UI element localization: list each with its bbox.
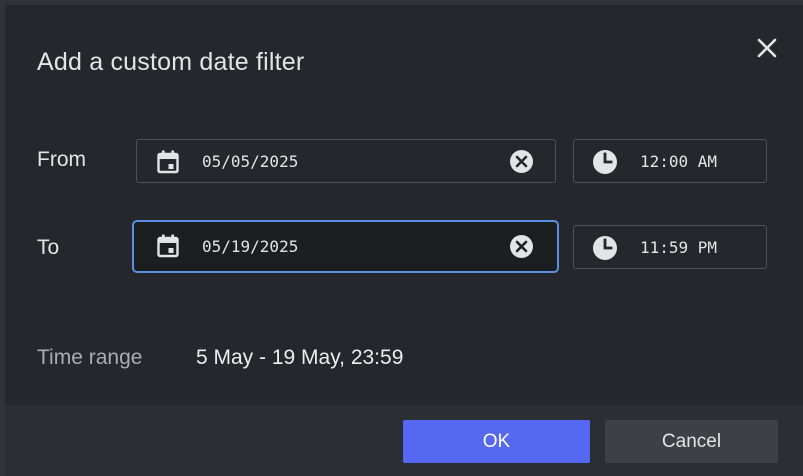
from-time-field[interactable]: 12:00 AM (573, 139, 767, 183)
to-time-field[interactable]: 11:59 PM (573, 225, 767, 269)
from-label: From (37, 148, 86, 171)
time-range-label: Time range (37, 346, 143, 369)
clock-icon (593, 236, 617, 260)
calendar-icon (157, 234, 179, 258)
custom-date-filter-dialog: Add a custom date filter From 12:00 AM (0, 0, 803, 476)
from-date-input[interactable] (202, 152, 482, 171)
from-date-field[interactable] (136, 139, 556, 183)
dialog-title: Add a custom date filter (37, 48, 305, 76)
time-range-value: 5 May - 19 May, 23:59 (196, 346, 404, 369)
cancel-button[interactable]: Cancel (605, 420, 778, 463)
to-clear-button[interactable] (509, 234, 534, 259)
clock-icon (593, 150, 617, 174)
to-date-input[interactable] (202, 237, 482, 256)
dialog-footer: OK Cancel (5, 405, 803, 476)
calendar-icon (157, 150, 179, 174)
to-date-field[interactable] (132, 220, 559, 273)
from-time-value: 12:00 AM (640, 152, 718, 171)
close-icon (757, 38, 777, 58)
ok-button[interactable]: OK (403, 420, 590, 463)
close-button[interactable] (750, 31, 784, 65)
to-label: To (37, 236, 60, 259)
to-time-value: 11:59 PM (640, 238, 718, 257)
from-clear-button[interactable] (509, 149, 534, 174)
